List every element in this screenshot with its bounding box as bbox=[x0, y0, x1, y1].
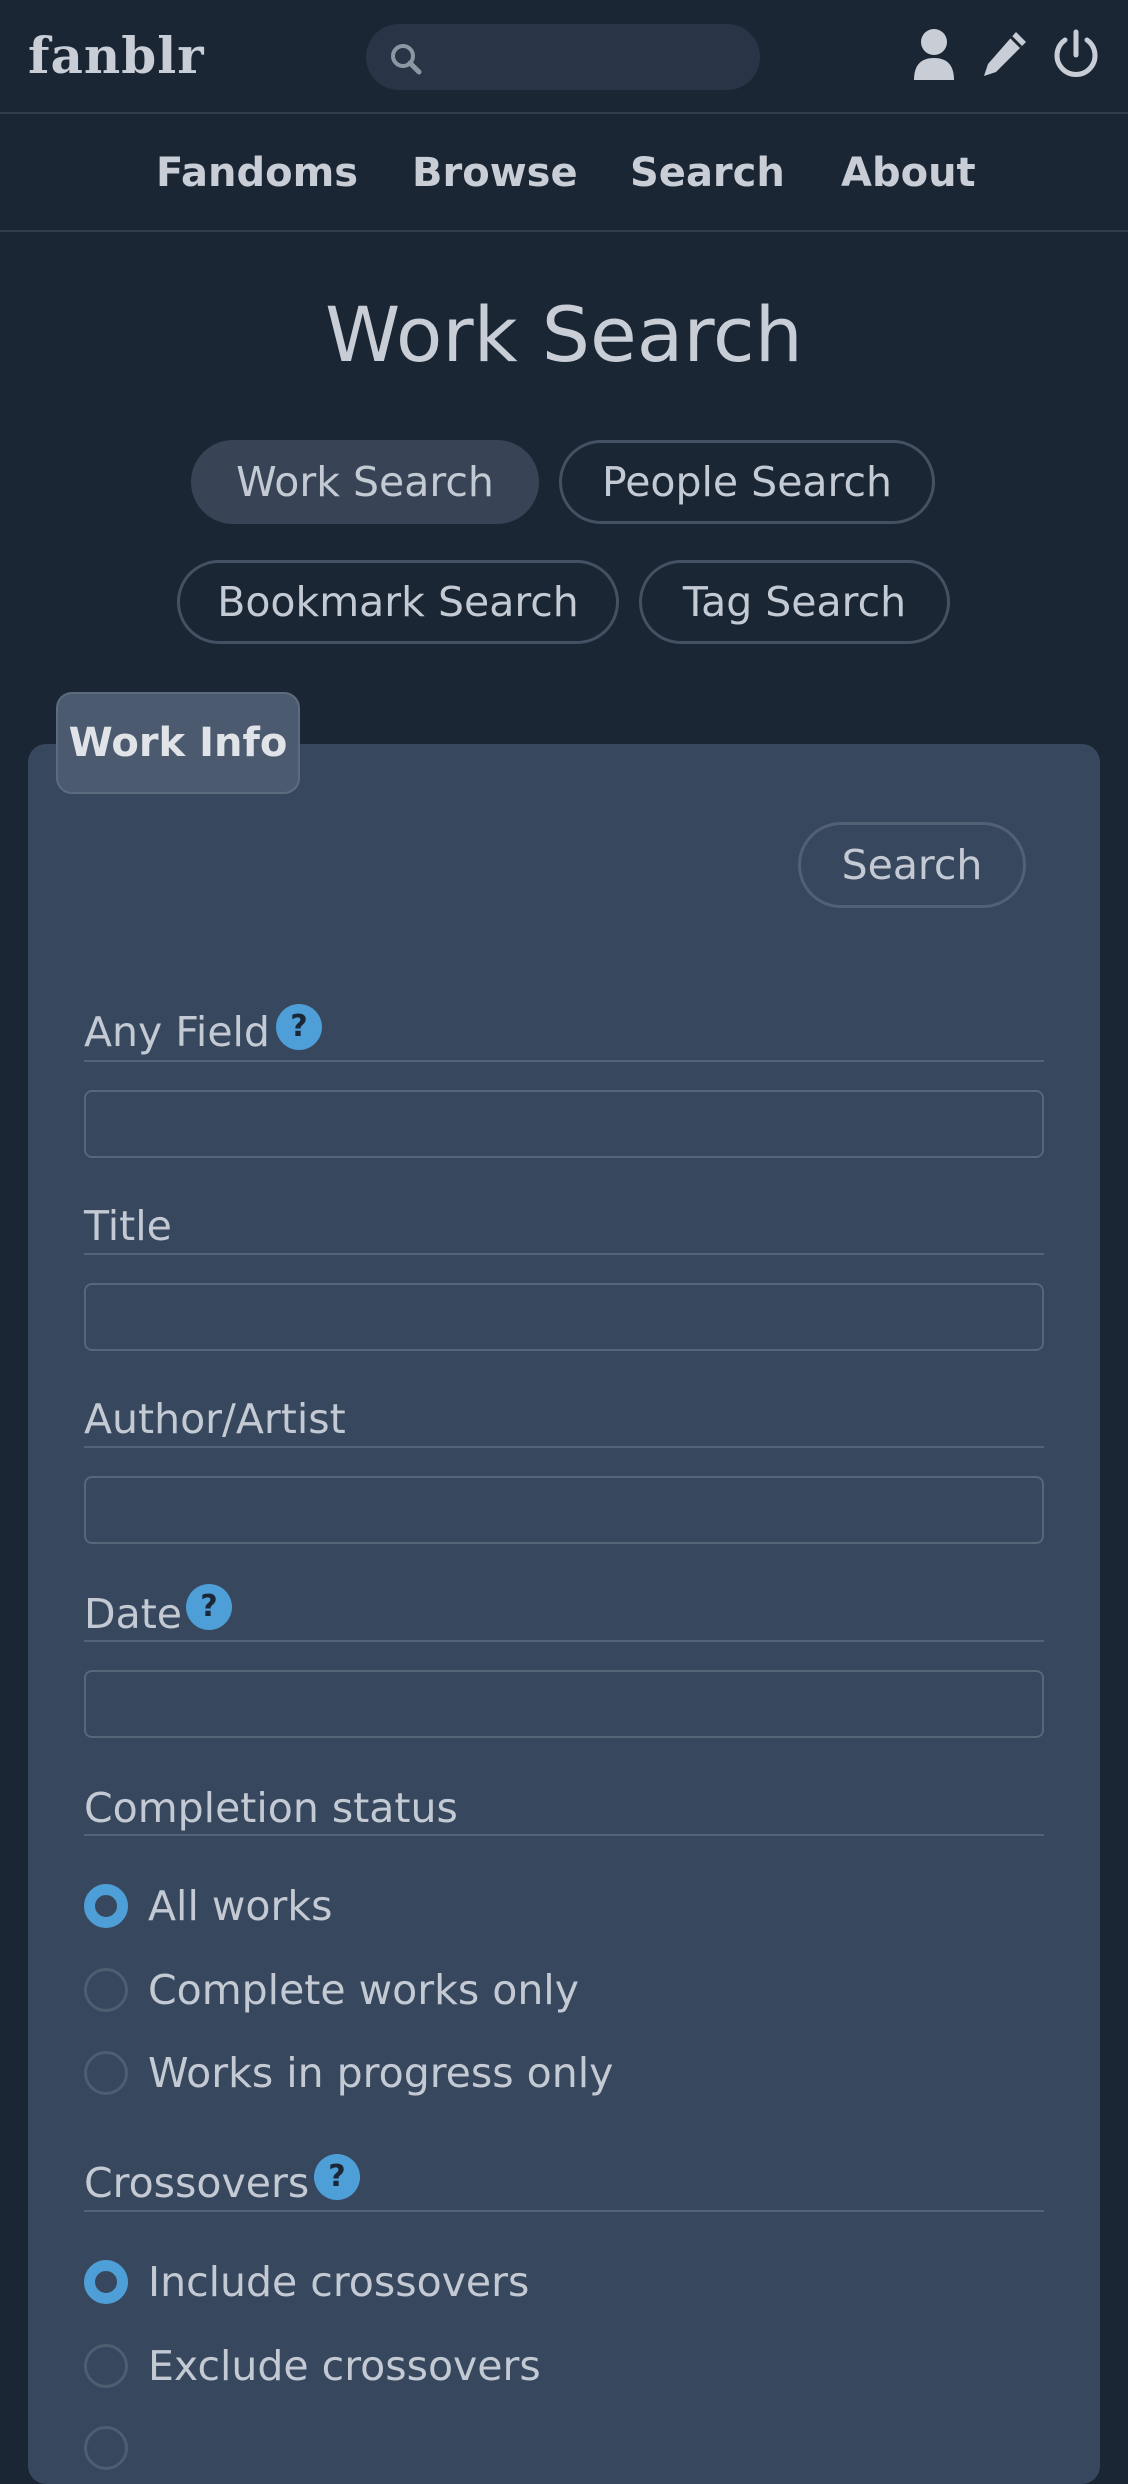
radio-label: Exclude crossovers bbox=[148, 2342, 541, 2390]
radio-button-checked[interactable] bbox=[84, 2260, 128, 2304]
any-field-input[interactable] bbox=[84, 1090, 1044, 1158]
tab-people-search[interactable]: People Search bbox=[559, 440, 935, 524]
date-input[interactable] bbox=[84, 1670, 1044, 1738]
author-input[interactable] bbox=[84, 1476, 1044, 1544]
radio-button-checked[interactable] bbox=[84, 1884, 128, 1928]
crossovers-label: Crossovers bbox=[84, 2159, 310, 2207]
tab-bookmark-search[interactable]: Bookmark Search bbox=[177, 560, 619, 644]
divider bbox=[84, 1640, 1044, 1642]
tab-work-search[interactable]: Work Search bbox=[191, 440, 539, 524]
title-label: Title bbox=[84, 1202, 172, 1250]
radio-button[interactable] bbox=[84, 2051, 128, 2095]
tab-tag-search[interactable]: Tag Search bbox=[639, 560, 950, 644]
completion-status-label: Completion status bbox=[84, 1784, 458, 1832]
work-info-tab[interactable]: Work Info bbox=[56, 692, 300, 794]
nav-about[interactable]: About bbox=[841, 148, 976, 198]
radio-label: All works bbox=[148, 1882, 333, 1930]
main-nav: Fandoms Browse Search About bbox=[0, 114, 1128, 232]
nav-search[interactable]: Search bbox=[630, 148, 785, 198]
site-logo[interactable]: fanblr bbox=[28, 24, 205, 88]
top-bar: fanblr bbox=[0, 0, 1128, 114]
radio-button[interactable] bbox=[84, 2344, 128, 2388]
radio-label: Complete works only bbox=[148, 1966, 579, 2014]
any-field-help-icon[interactable]: ? bbox=[276, 1004, 322, 1050]
radio-label: Include crossovers bbox=[148, 2258, 530, 2306]
crossovers-help-icon[interactable]: ? bbox=[314, 2154, 360, 2200]
divider bbox=[84, 2210, 1044, 2212]
radio-label: Works in progress only bbox=[148, 2049, 614, 2097]
search-icon bbox=[388, 41, 424, 81]
header-search[interactable] bbox=[366, 24, 760, 90]
radio-button[interactable] bbox=[84, 2426, 128, 2470]
search-button[interactable]: Search bbox=[798, 822, 1026, 908]
title-input[interactable] bbox=[84, 1283, 1044, 1351]
divider bbox=[84, 1060, 1044, 1062]
nav-browse[interactable]: Browse bbox=[412, 148, 578, 198]
divider bbox=[84, 1253, 1044, 1255]
date-label: Date bbox=[84, 1590, 182, 1638]
divider bbox=[84, 1446, 1044, 1448]
nav-fandoms[interactable]: Fandoms bbox=[156, 148, 358, 198]
divider bbox=[84, 1834, 1044, 1836]
date-help-icon[interactable]: ? bbox=[186, 1584, 232, 1630]
author-label: Author/Artist bbox=[84, 1395, 346, 1443]
any-field-label: Any Field bbox=[84, 1008, 270, 1056]
user-icon[interactable] bbox=[912, 28, 956, 86]
page-title: Work Search bbox=[325, 290, 803, 379]
radio-button[interactable] bbox=[84, 1968, 128, 2012]
power-icon[interactable] bbox=[1050, 28, 1102, 86]
pencil-icon[interactable] bbox=[978, 28, 1030, 86]
